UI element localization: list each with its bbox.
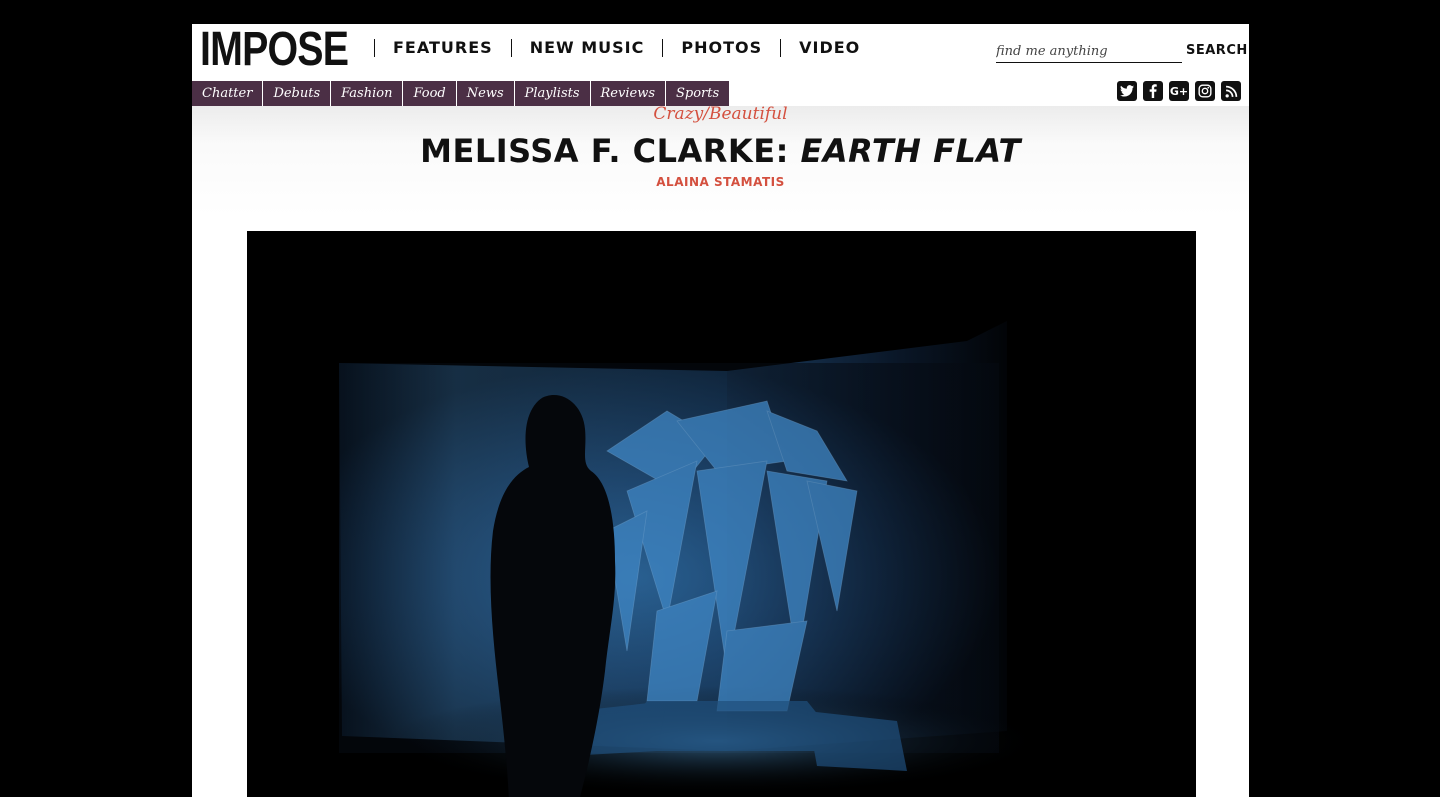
instagram-icon[interactable] bbox=[1195, 81, 1215, 101]
category-chatter[interactable]: Chatter bbox=[192, 81, 263, 106]
hero-image bbox=[247, 231, 1196, 797]
main-nav: FEATURES NEW MUSIC PHOTOS VIDEO bbox=[356, 38, 860, 57]
category-sports[interactable]: Sports bbox=[666, 81, 730, 106]
social-links: G+ bbox=[1117, 81, 1241, 101]
category-nav: Chatter Debuts Fashion Food News Playlis… bbox=[192, 81, 730, 106]
nav-separator bbox=[780, 38, 782, 57]
nav-features[interactable]: FEATURES bbox=[393, 38, 493, 57]
category-news[interactable]: News bbox=[456, 81, 514, 106]
category-food[interactable]: Food bbox=[403, 81, 456, 106]
article-author[interactable]: ALAINA STAMATIS bbox=[192, 175, 1249, 189]
nav-new-music[interactable]: NEW MUSIC bbox=[530, 38, 645, 57]
nav-separator bbox=[510, 38, 512, 57]
page: IMPOSE FEATURES NEW MUSIC PHOTOS VIDEO S… bbox=[192, 24, 1249, 797]
nav-video[interactable]: VIDEO bbox=[799, 38, 860, 57]
nav-separator bbox=[374, 38, 375, 57]
site-logo[interactable]: IMPOSE bbox=[200, 26, 349, 74]
article-kicker[interactable]: Crazy/Beautiful bbox=[192, 104, 1249, 124]
rss-icon[interactable] bbox=[1221, 81, 1241, 101]
twitter-icon[interactable] bbox=[1117, 81, 1137, 101]
google-plus-icon[interactable]: G+ bbox=[1169, 81, 1189, 101]
facebook-icon[interactable] bbox=[1143, 81, 1163, 101]
category-reviews[interactable]: Reviews bbox=[590, 81, 665, 106]
category-fashion[interactable]: Fashion bbox=[331, 81, 403, 106]
hero-artwork bbox=[247, 231, 1196, 797]
title-emphasis: EARTH FLAT bbox=[800, 132, 1021, 170]
article-title: MELISSA F. CLARKE: EARTH FLAT bbox=[192, 132, 1249, 170]
nav-photos[interactable]: PHOTOS bbox=[681, 38, 762, 57]
nav-separator bbox=[662, 38, 664, 57]
category-playlists[interactable]: Playlists bbox=[514, 81, 590, 106]
category-debuts[interactable]: Debuts bbox=[263, 81, 331, 106]
search-input[interactable] bbox=[996, 40, 1182, 63]
search-button[interactable]: SEARCH bbox=[1186, 43, 1248, 58]
title-main: MELISSA F. CLARKE: bbox=[420, 132, 801, 170]
